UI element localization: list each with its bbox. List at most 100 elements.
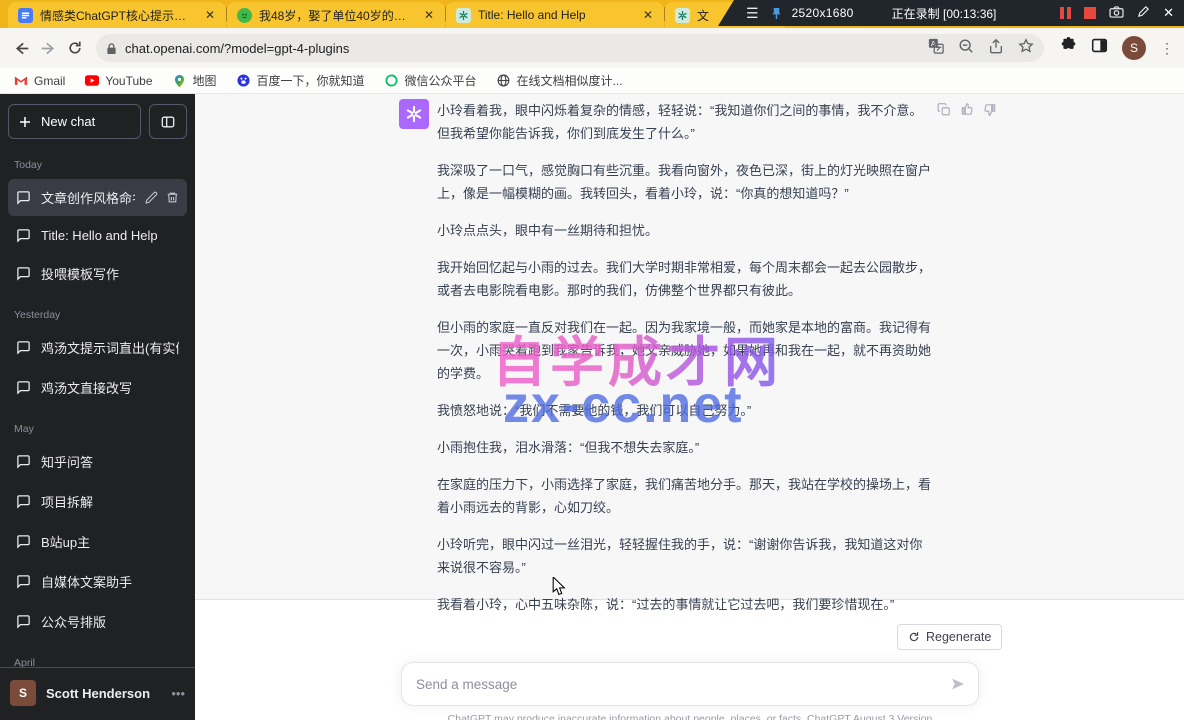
user-options-icon[interactable]: •••	[171, 686, 185, 701]
bookmark-wechat-mp[interactable]: 微信公众平台	[385, 72, 477, 89]
chatgpt-favicon-icon	[456, 8, 471, 23]
paragraph: 小雨抱住我，泪水滑落：“但我不想失去家庭。”	[437, 436, 931, 459]
bookmark-gmail[interactable]: Gmail	[14, 74, 65, 88]
browser-window: 情感类ChatGPT核心提示词，快 ✕ 我48岁，娶了单位40岁的同事， ✕ T…	[0, 0, 1184, 720]
history-item[interactable]: 鸡汤文直接改写	[8, 369, 187, 406]
new-chat-button[interactable]: New chat	[8, 104, 141, 139]
bookmarks-bar: Gmail YouTube 地图 百度一下，你就知道 微信公众平台 在线文档相似…	[0, 68, 1184, 94]
collapse-sidebar-button[interactable]	[149, 104, 187, 139]
tab-bar: 情感类ChatGPT核心提示词，快 ✕ 我48岁，娶了单位40岁的同事， ✕ T…	[0, 0, 1184, 28]
chat-bubble-icon	[16, 340, 31, 355]
zoom-out-icon[interactable]	[958, 38, 974, 59]
bookmark-youtube[interactable]: YouTube	[85, 74, 152, 88]
stop-icon[interactable]	[1084, 7, 1096, 19]
tab-title: 情感类ChatGPT核心提示词，快	[40, 7, 195, 24]
share-icon[interactable]	[988, 38, 1004, 59]
history-item[interactable]: 鸡汤文提示词直出(有实例)	[8, 329, 187, 366]
bookmark-maps[interactable]: 地图	[173, 72, 217, 89]
camera-icon[interactable]	[1109, 6, 1124, 21]
tab-title: 我48岁，娶了单位40岁的同事，	[259, 7, 414, 24]
pin-icon[interactable]	[771, 7, 782, 20]
bookmark-baidu[interactable]: 百度一下，你就知道	[237, 72, 365, 89]
wechat-mp-icon	[385, 74, 399, 88]
pause-icon[interactable]	[1060, 7, 1071, 19]
user-name: Scott Henderson	[46, 686, 161, 701]
pencil-icon[interactable]	[1137, 5, 1150, 21]
chrome-menu-icon[interactable]: ⋮	[1160, 40, 1174, 57]
forward-icon[interactable]	[37, 34, 60, 62]
menu-icon[interactable]: ☰	[746, 5, 759, 22]
side-panel-icon[interactable]	[1091, 37, 1108, 59]
tab-close-icon[interactable]: ✕	[640, 7, 656, 23]
delete-icon[interactable]	[166, 191, 179, 204]
bookmark-star-icon[interactable]	[1018, 38, 1034, 59]
history-item[interactable]: 公众号排版	[8, 603, 187, 640]
reload-icon[interactable]	[63, 34, 86, 62]
chat-bubble-icon	[16, 380, 31, 395]
history-item[interactable]: 投喂模板写作	[8, 255, 187, 292]
paragraph: 小玲听完，眼中闪过一丝泪光，轻轻握住我的手，说：“谢谢你告诉我，我知道这对你来说…	[437, 533, 931, 579]
history-item[interactable]: 自媒体文案助手	[8, 563, 187, 600]
message-input[interactable]	[416, 677, 950, 692]
user-avatar: S	[10, 680, 36, 706]
tab-1[interactable]: 情感类ChatGPT核心提示词，快 ✕	[8, 2, 226, 28]
youtube-icon	[85, 74, 99, 88]
browser-toolbar: chat.openai.com/?model=gpt-4-plugins A	[0, 28, 1184, 68]
paragraph: 我深吸了一口气，感觉胸口有些沉重。我看向窗外，夜色已深，街上的灯光映照在窗户上，…	[437, 159, 931, 205]
paragraph: 我愤怒地说：“我们不需要他的钱，我们可以自己努力。”	[437, 399, 931, 422]
regenerate-button[interactable]: Regenerate	[897, 624, 1002, 650]
assistant-message: 小玲看着我，眼中闪烁着复杂的情感，轻轻说：“我知道你们之间的事情，我不介意。但我…	[195, 94, 1184, 600]
paragraph: 我看着小玲，心中五味杂陈，说：“过去的事情就让它过去吧，我们要珍惜现在。”	[437, 593, 931, 616]
user-menu[interactable]: S Scott Henderson •••	[0, 667, 195, 720]
gmail-icon	[14, 74, 28, 88]
translate-icon[interactable]: A	[928, 38, 944, 59]
history-section-label: April	[8, 643, 187, 667]
chat-bubble-icon	[16, 494, 31, 509]
paragraph: 在家庭的压力下，小雨选择了家庭，我们痛苦地分手。那天，我站在学校的操场上，看着小…	[437, 473, 931, 519]
copy-icon[interactable]	[937, 102, 951, 117]
mouse-cursor	[552, 577, 567, 602]
chatgpt-avatar-icon	[399, 99, 429, 129]
tab-close-icon[interactable]: ✕	[202, 7, 218, 23]
thumbs-down-icon[interactable]	[983, 102, 997, 117]
paragraph: 但小雨的家庭一直反对我们在一起。因为我家境一般，而她家是本地的富商。我记得有一次…	[437, 316, 931, 385]
doc-favicon-icon	[18, 8, 33, 23]
chatgpt-favicon-icon	[675, 8, 690, 23]
chatgpt-sidebar: New chat Today 文章创作风格命名：风	[0, 94, 195, 720]
extensions-icon[interactable]	[1060, 37, 1077, 59]
recording-resolution: 2520x1680	[792, 6, 854, 20]
baidu-icon	[237, 74, 251, 88]
recording-status: 正在录制 [00:13:36]	[892, 5, 997, 22]
paragraph: 小玲看着我，眼中闪烁着复杂的情感，轻轻说：“我知道你们之间的事情，我不介意。但我…	[437, 99, 931, 145]
thumbs-up-icon[interactable]	[960, 102, 974, 117]
globe-icon	[497, 74, 511, 88]
history-section-label: May	[8, 409, 187, 443]
paragraph: 我开始回忆起与小雨的过去。我们大学时期非常相爱，每个周末都会一起去公园散步，或者…	[437, 256, 931, 302]
chat-bubble-icon	[16, 266, 31, 281]
tab-title: Title: Hello and Help	[478, 8, 633, 22]
address-bar[interactable]: chat.openai.com/?model=gpt-4-plugins A	[96, 34, 1044, 62]
history-item[interactable]: B站up主	[8, 523, 187, 560]
close-recorder-icon[interactable]: ✕	[1163, 5, 1174, 21]
wechat-article-favicon-icon	[237, 8, 252, 23]
message-text: 小玲看着我，眼中闪烁着复杂的情感，轻轻说：“我知道你们之间的事情，我不介意。但我…	[437, 99, 931, 616]
back-icon[interactable]	[10, 34, 33, 62]
tab-close-icon[interactable]: ✕	[421, 7, 437, 23]
url-text[interactable]: chat.openai.com/?model=gpt-4-plugins	[125, 41, 928, 56]
history-item[interactable]: 文章创作风格命名：风	[8, 179, 187, 216]
history-item[interactable]: 项目拆解	[8, 483, 187, 520]
profile-avatar[interactable]: S	[1122, 36, 1146, 60]
chat-bubble-icon	[16, 574, 31, 589]
send-icon[interactable]	[950, 676, 966, 692]
history-section-label: Today	[8, 145, 187, 179]
tab-2[interactable]: 我48岁，娶了单位40岁的同事， ✕	[227, 2, 445, 28]
message-composer	[401, 662, 979, 706]
disclaimer-text: ChatGPT may produce inaccurate informati…	[401, 713, 979, 720]
history-item[interactable]: Title: Hello and Help	[8, 219, 187, 252]
history-item[interactable]: 知乎问答	[8, 443, 187, 480]
chat-bubble-icon	[16, 228, 31, 243]
tab-3[interactable]: Title: Hello and Help ✕	[446, 2, 664, 28]
bookmark-doc-similarity[interactable]: 在线文档相似度计...	[497, 72, 623, 89]
edit-icon[interactable]	[145, 191, 158, 204]
chat-main: 小玲看着我，眼中闪烁着复杂的情感，轻轻说：“我知道你们之间的事情，我不介意。但我…	[195, 94, 1184, 720]
